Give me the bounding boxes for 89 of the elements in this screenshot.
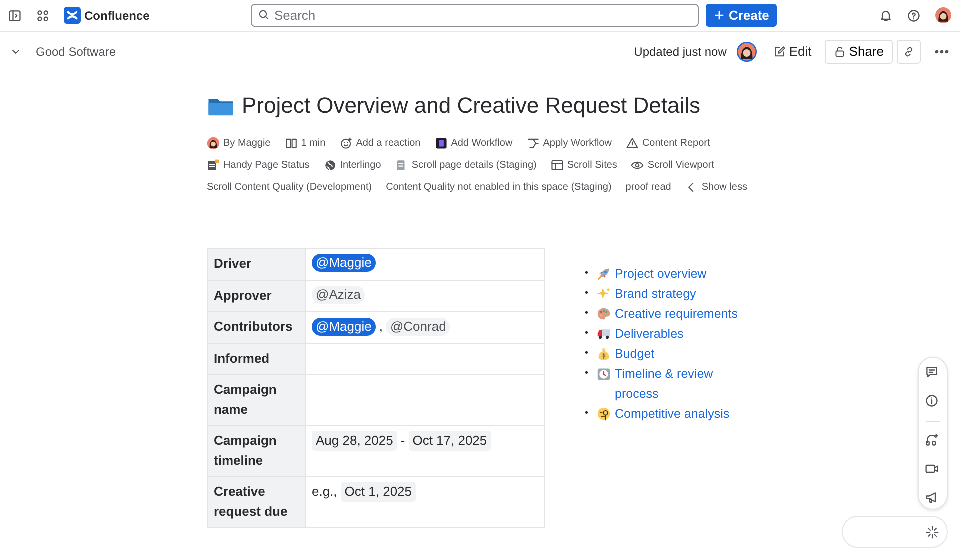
search-icon — [258, 9, 270, 21]
money-bag-icon — [597, 347, 611, 361]
byline-item: proof read — [626, 180, 672, 194]
megaphone-icon[interactable] — [925, 491, 939, 505]
warning-icon[interactable] — [626, 136, 639, 150]
date-lozenge[interactable]: Aug 28, 2025 — [312, 431, 398, 451]
author-avatar[interactable] — [207, 136, 220, 150]
show-less-link[interactable]: Show less — [702, 180, 748, 194]
byline-item[interactable]: Interlingo — [340, 158, 382, 172]
page-title: Project Overview and Creative Request Details — [242, 92, 701, 120]
workflow-icon[interactable] — [434, 136, 448, 150]
date-lozenge[interactable]: Oct 17, 2025 — [408, 431, 492, 451]
bullet: • — [585, 267, 590, 281]
sidebar-toggle-icon[interactable] — [8, 8, 22, 22]
row-header: Informed — [208, 344, 306, 374]
plus-icon — [714, 10, 726, 21]
row-header: Approver — [208, 280, 306, 312]
search-field[interactable]: Search — [251, 4, 700, 27]
copy-link-button[interactable] — [896, 40, 920, 64]
sparkles-icon — [597, 287, 611, 301]
truck-icon — [597, 327, 611, 341]
comment-icon[interactable] — [925, 365, 939, 379]
space-name[interactable]: Good Software — [36, 43, 116, 61]
page-status-icon[interactable] — [207, 158, 220, 172]
author-avatar — [737, 42, 758, 62]
sparkle-icon[interactable] — [926, 526, 939, 538]
toc-link[interactable]: Budget — [615, 344, 655, 364]
globe-icon[interactable] — [324, 158, 337, 172]
layout-icon[interactable] — [550, 158, 564, 172]
byline-item[interactable]: Scroll Sites — [567, 158, 618, 172]
byline-item[interactable]: Scroll page details (Staging) — [412, 158, 537, 172]
user-mention[interactable]: @Maggie — [312, 254, 376, 272]
byline-item[interactable]: Handy Page Status — [224, 158, 310, 172]
cell-text: e.g., — [312, 483, 338, 501]
row-header: Campaign timeline — [208, 426, 306, 476]
byline-item[interactable]: Add Workflow — [451, 136, 513, 150]
info-icon[interactable] — [925, 394, 939, 408]
toc-link[interactable]: Timeline & review process — [615, 364, 755, 404]
smiley-icon[interactable] — [340, 136, 353, 150]
monocle-face-icon — [597, 407, 611, 421]
byline-item[interactable]: Apply Workflow — [543, 136, 612, 150]
apps-grid-icon[interactable] — [36, 8, 50, 22]
help-icon[interactable] — [907, 8, 921, 22]
clock-icon — [597, 367, 611, 381]
toc-link[interactable]: Brand strategy — [615, 284, 696, 304]
pencil-icon — [772, 46, 786, 58]
row-header: Creative request due — [208, 476, 306, 528]
link-icon — [902, 46, 914, 58]
bullet: • — [585, 287, 590, 301]
bullet: • — [585, 347, 590, 361]
byline-item[interactable]: Content Report — [642, 136, 710, 150]
user-mention[interactable]: @Conrad — [386, 318, 450, 336]
toc-link[interactable]: Creative requirements — [615, 304, 738, 324]
date-lozenge[interactable]: Oct 1, 2025 — [340, 482, 416, 502]
notifications-icon[interactable] — [879, 8, 893, 22]
lock-icon — [834, 46, 846, 58]
byline-item: Scroll Content Quality (Development) — [207, 180, 372, 194]
headset-icon[interactable] — [925, 433, 939, 447]
video-camera-icon[interactable] — [925, 462, 939, 476]
row-header: Contributors — [208, 312, 306, 344]
branch-icon[interactable] — [526, 136, 540, 150]
user-avatar[interactable] — [935, 7, 952, 24]
user-mention[interactable]: @Aziza — [312, 286, 365, 304]
cell-text: - — [400, 432, 406, 450]
app-name: Confluence — [84, 8, 150, 24]
edit-button[interactable]: Edit — [766, 39, 818, 65]
byline-item: By Maggie — [224, 136, 271, 150]
toc-link[interactable]: Deliverables — [615, 324, 684, 344]
logo-icon[interactable] — [64, 7, 81, 24]
palette-icon — [597, 307, 611, 321]
row-header: Driver — [208, 248, 306, 280]
create-button[interactable]: Create — [706, 4, 778, 27]
bullet: • — [585, 327, 590, 341]
byline-item: 1 min — [301, 136, 326, 150]
cell-text: , — [379, 318, 383, 336]
byline-item: Content Quality not enabled in this space (Staging) — [386, 180, 612, 194]
toc-link[interactable]: Project overview — [615, 264, 707, 284]
bullet: • — [585, 407, 590, 421]
share-button[interactable]: Share — [824, 40, 893, 64]
byline-item[interactable]: Scroll Viewport — [648, 158, 714, 172]
bullet: • — [585, 367, 590, 381]
byline-item[interactable]: Add a reaction — [356, 136, 421, 150]
bullet: • — [585, 307, 590, 321]
book-icon[interactable] — [284, 136, 298, 150]
rocket-icon — [597, 267, 611, 281]
update-status: Updated just now — [634, 44, 727, 61]
row-header: Campaign name — [208, 374, 306, 426]
user-mention[interactable]: @Maggie — [312, 318, 376, 336]
toc-link[interactable]: Competitive analysis — [615, 404, 730, 424]
